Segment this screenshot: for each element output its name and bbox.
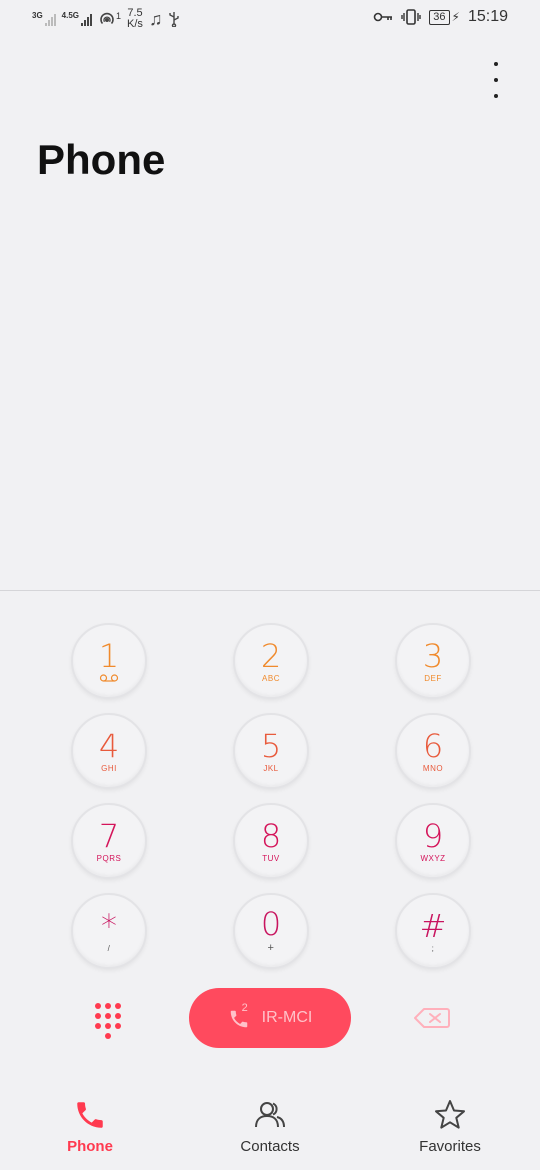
key-digit: 8 [260, 816, 282, 855]
bottom-navigation: Phone Contacts Favorites [0, 1085, 540, 1170]
menu-dot [494, 94, 498, 98]
key-letters: + [267, 942, 275, 954]
call-button[interactable]: 2 IR-MCI [189, 988, 351, 1048]
star-icon [435, 1100, 465, 1129]
key-letters: MNO [422, 763, 444, 773]
key-digit: 4 [98, 726, 120, 765]
key-letters: DEF [424, 673, 442, 683]
key-digit: 1 [98, 637, 120, 675]
key-0[interactable]: 0 + [233, 893, 309, 969]
nav-phone[interactable]: Phone [0, 1085, 180, 1170]
carrier-label: IR-MCI [261, 1009, 313, 1026]
clock-time: 15:19 [467, 8, 508, 25]
key-letters: ABC [262, 673, 280, 683]
contacts-icon [255, 1102, 285, 1128]
voicemail-icon [99, 674, 119, 682]
key-letters: ; [431, 943, 435, 953]
key-letters: WXYZ [420, 853, 446, 863]
nav-contacts[interactable]: Contacts [180, 1085, 360, 1170]
key-digit: 0 [260, 905, 282, 943]
hotspot-count: 1 [116, 11, 122, 21]
key-letters: GHI [101, 763, 117, 773]
signal-bars-icon [44, 12, 56, 26]
key-letters: JKL [263, 763, 279, 773]
hotspot-indicator: 1 [98, 11, 121, 27]
key-digit: 7 [98, 816, 120, 855]
key-hash[interactable]: # ; [395, 893, 471, 969]
nav-label: Favorites [419, 1138, 481, 1155]
vibrate-icon [401, 9, 421, 25]
key-5[interactable]: 5 JKL [233, 713, 309, 789]
divider [0, 590, 540, 591]
status-right: 36 ⚡ 15:19 [373, 8, 508, 26]
key-digit: # [419, 906, 447, 945]
usb-icon [169, 12, 180, 27]
dialpad-toggle-button[interactable] [95, 1003, 121, 1039]
status-left: 3G 4.5G 1 7.5 K/s ♫ [32, 8, 180, 30]
hotspot-icon [100, 12, 114, 25]
key-digit: 5 [260, 726, 282, 765]
key-letters: TUV [262, 853, 280, 863]
key-1[interactable]: 1 [71, 623, 147, 699]
nav-label: Phone [67, 1138, 113, 1155]
key-4[interactable]: 4 GHI [71, 713, 147, 789]
charging-bolt-icon: ⚡ [451, 10, 460, 24]
key-letters: PQRS [96, 853, 122, 863]
nav-label: Contacts [240, 1138, 300, 1155]
key-2[interactable]: 2 ABC [233, 623, 309, 699]
key-digit: * [101, 906, 117, 945]
phone-icon [77, 1102, 103, 1128]
battery-level: 36 [429, 9, 450, 25]
signal-bars-icon [81, 12, 93, 26]
status-bar: 3G 4.5G 1 7.5 K/s ♫ 36 ⚡ 15:19 [0, 0, 540, 38]
key-7[interactable]: 7 PQRS [71, 803, 147, 879]
backspace-icon[interactable] [414, 1007, 450, 1029]
vpn-key-icon [373, 12, 393, 22]
speed-unit: K/s [127, 18, 143, 30]
key-letters: / [107, 943, 111, 953]
key-6[interactable]: 6 MNO [395, 713, 471, 789]
key-digit: 6 [422, 726, 444, 765]
key-digit: 3 [422, 636, 444, 675]
key-9[interactable]: 9 WXYZ [395, 803, 471, 879]
key-digit: 9 [422, 816, 444, 855]
network-speed: 7.5 K/s [127, 8, 143, 30]
network-3g-indicator: 3G [32, 12, 56, 26]
sim-number: 2 [241, 1002, 248, 1014]
more-options-button[interactable] [488, 62, 504, 98]
music-note-icon: ♫ [148, 8, 163, 29]
network-3g-label: 3G [32, 11, 43, 20]
sim-call-icon: 2 [228, 1002, 254, 1030]
key-star[interactable]: * / [71, 893, 147, 969]
key-8[interactable]: 8 TUV [233, 803, 309, 879]
network-45g-indicator: 4.5G [61, 11, 93, 26]
key-digit: 2 [260, 636, 282, 675]
nav-favorites[interactable]: Favorites [360, 1085, 540, 1170]
key-3[interactable]: 3 DEF [395, 623, 471, 699]
page-title: Phone [37, 136, 166, 183]
menu-dot [494, 62, 498, 66]
network-45g-label: 4.5G [61, 11, 80, 20]
menu-dot [494, 78, 498, 82]
